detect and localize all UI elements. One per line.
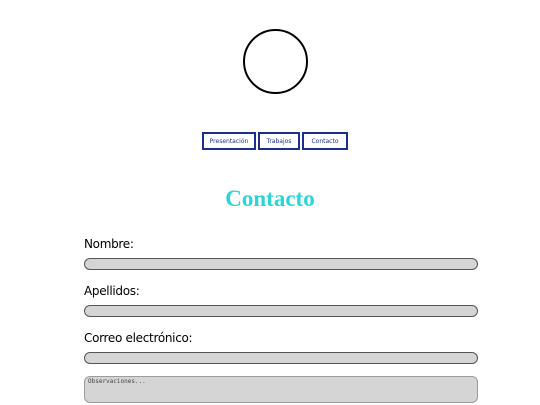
nav-item-presentacion[interactable]: Presentación bbox=[202, 132, 256, 150]
nav-item-trabajos[interactable]: Trabajos bbox=[258, 132, 300, 150]
nombre-input[interactable] bbox=[84, 258, 478, 270]
correo-input[interactable] bbox=[84, 352, 478, 364]
nombre-label: Nombre: bbox=[84, 237, 134, 251]
main-nav: Presentación Trabajos Contacto bbox=[202, 132, 348, 150]
circle-logo-icon bbox=[243, 29, 308, 94]
nav-item-contacto[interactable]: Contacto bbox=[302, 132, 348, 150]
page-title: Contacto bbox=[225, 186, 315, 211]
observaciones-placeholder: Observaciones... bbox=[88, 378, 146, 385]
observaciones-textarea[interactable]: Observaciones... bbox=[84, 376, 478, 403]
correo-label: Correo electrónico: bbox=[84, 331, 193, 345]
apellidos-label: Apellidos: bbox=[84, 284, 140, 298]
apellidos-input[interactable] bbox=[84, 305, 478, 317]
